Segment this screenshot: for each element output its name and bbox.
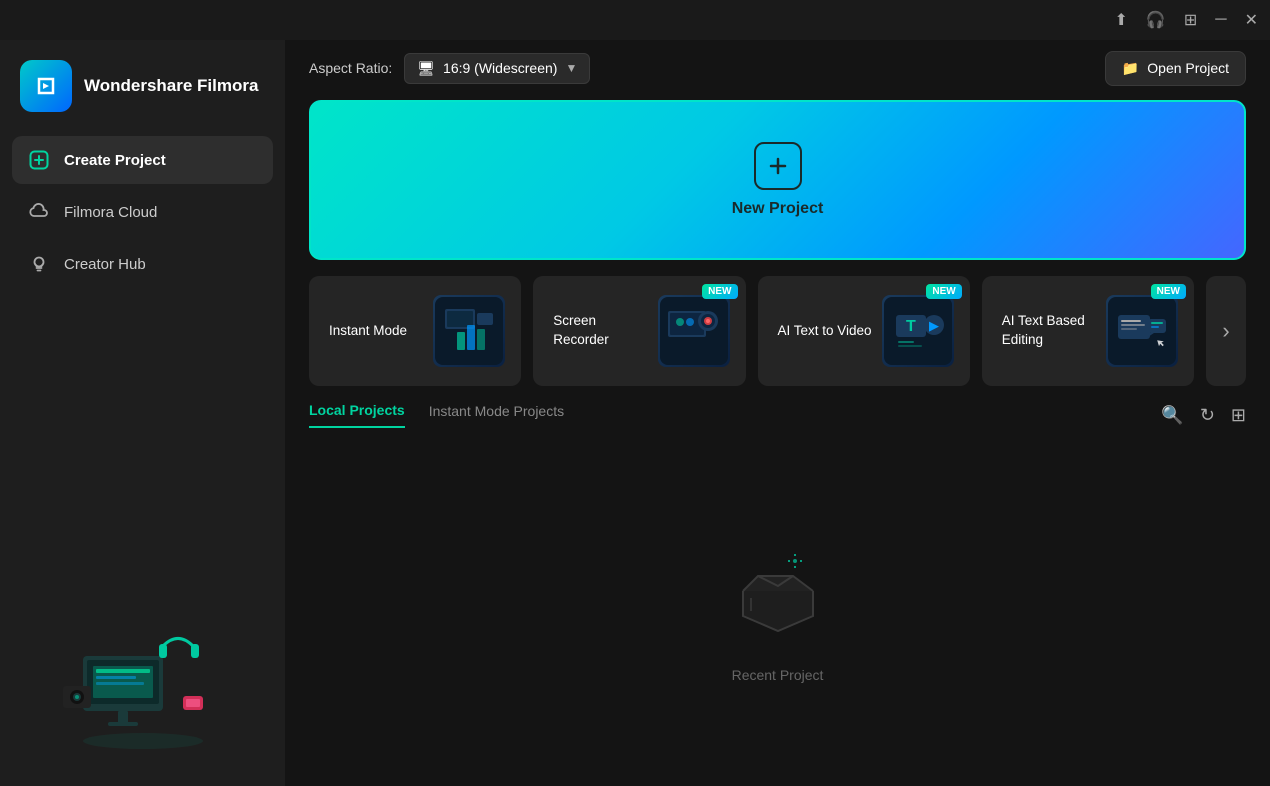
- ai-text-editing-label: AI Text Based Editing: [1002, 312, 1102, 350]
- search-icon[interactable]: 🔍: [1161, 405, 1183, 426]
- sidebar: Wondershare Filmora Create Project: [0, 40, 285, 786]
- sidebar-nav: Create Project Filmora Cloud: [0, 136, 285, 288]
- lightbulb-icon: [28, 253, 50, 275]
- feature-card-ai-text-editing[interactable]: NEW AI Text Based Editing: [982, 276, 1194, 386]
- decorative-illustration: [43, 586, 243, 766]
- filmora-cloud-label: Filmora Cloud: [64, 204, 157, 221]
- view-toggle-icon[interactable]: ⊞: [1231, 405, 1246, 426]
- empty-state: Recent Project: [309, 428, 1246, 786]
- minimize-icon[interactable]: ─: [1215, 11, 1226, 29]
- screen-recorder-image: [658, 295, 730, 367]
- aspect-ratio-dropdown[interactable]: 🖥 16:9 (Widescreen) ▼: [404, 53, 590, 84]
- sidebar-item-create-project[interactable]: Create Project: [12, 136, 273, 184]
- open-project-button[interactable]: 📁 Open Project: [1105, 51, 1246, 86]
- upload-icon[interactable]: ⬆: [1115, 10, 1128, 30]
- app-logo-icon: [20, 60, 72, 112]
- main-layout: Wondershare Filmora Create Project: [0, 40, 1270, 786]
- app-name: Wondershare Filmora: [84, 75, 258, 97]
- close-icon[interactable]: ✕: [1245, 10, 1258, 30]
- ai-text-video-image: T ▶: [882, 295, 954, 367]
- empty-state-label: Recent Project: [732, 667, 824, 683]
- projects-tabs: Local Projects Instant Mode Projects 🔍 ↻…: [309, 402, 1246, 428]
- refresh-icon[interactable]: ↻: [1200, 405, 1215, 426]
- chevron-right-icon: ›: [1222, 318, 1229, 344]
- chevron-down-icon: ▼: [565, 61, 577, 75]
- ai-text-editing-badge: NEW: [1151, 284, 1186, 299]
- aspect-ratio-label: Aspect Ratio:: [309, 60, 392, 76]
- create-project-label: Create Project: [64, 152, 166, 169]
- sidebar-item-filmora-cloud[interactable]: Filmora Cloud: [12, 188, 273, 236]
- grid-icon[interactable]: ⊞: [1184, 10, 1197, 30]
- feature-card-more[interactable]: ›: [1206, 276, 1246, 386]
- feature-card-screen-recorder[interactable]: NEW Screen Recorder: [533, 276, 745, 386]
- svg-text:T: T: [906, 318, 916, 335]
- feature-cards: Instant Mode NEW Screen Recorde: [285, 276, 1270, 386]
- screen-recorder-badge: NEW: [702, 284, 737, 299]
- new-project-plus-icon: [754, 142, 802, 190]
- projects-tabs-left: Local Projects Instant Mode Projects: [309, 402, 564, 428]
- content-header: Aspect Ratio: 🖥 16:9 (Widescreen) ▼ 📁 Op…: [285, 40, 1270, 96]
- instant-mode-label: Instant Mode: [329, 322, 407, 341]
- empty-box-icon: [718, 531, 838, 651]
- new-project-content: New Project: [732, 142, 824, 218]
- ai-text-video-label: AI Text to Video: [778, 322, 872, 341]
- aspect-ratio-value: 16:9 (Widescreen): [443, 60, 557, 76]
- new-project-label: New Project: [732, 200, 824, 218]
- svg-text:▶: ▶: [929, 318, 939, 333]
- headset-icon[interactable]: 🎧: [1146, 10, 1166, 30]
- ai-text-video-badge: NEW: [926, 284, 961, 299]
- tab-local-projects[interactable]: Local Projects: [309, 402, 405, 428]
- sidebar-item-creator-hub[interactable]: Creator Hub: [12, 240, 273, 288]
- screen-recorder-label: Screen Recorder: [553, 312, 653, 350]
- feature-card-instant-mode[interactable]: Instant Mode: [309, 276, 521, 386]
- aspect-ratio-section: Aspect Ratio: 🖥 16:9 (Widescreen) ▼: [309, 53, 590, 84]
- instant-mode-image: [433, 295, 505, 367]
- folder-icon: 📁: [1122, 60, 1139, 77]
- tab-instant-mode-projects[interactable]: Instant Mode Projects: [429, 403, 564, 427]
- creator-hub-label: Creator Hub: [64, 256, 146, 273]
- projects-tabs-right: 🔍 ↻ ⊞: [1161, 405, 1246, 426]
- sidebar-illustration: [0, 566, 285, 786]
- feature-card-ai-text-to-video[interactable]: NEW AI Text to Video T ▶: [758, 276, 970, 386]
- titlebar: ⬆ 🎧 ⊞ ─ ✕: [0, 0, 1270, 40]
- monitor-icon: 🖥: [417, 60, 435, 77]
- content-area: Aspect Ratio: 🖥 16:9 (Widescreen) ▼ 📁 Op…: [285, 40, 1270, 786]
- projects-section: Local Projects Instant Mode Projects 🔍 ↻…: [285, 386, 1270, 786]
- new-project-banner[interactable]: New Project: [309, 100, 1246, 260]
- cloud-icon: [28, 201, 50, 223]
- sidebar-logo: Wondershare Filmora: [0, 40, 285, 136]
- ai-text-editing-image: [1106, 295, 1178, 367]
- open-project-label: Open Project: [1147, 60, 1229, 76]
- plus-circle-icon: [28, 149, 50, 171]
